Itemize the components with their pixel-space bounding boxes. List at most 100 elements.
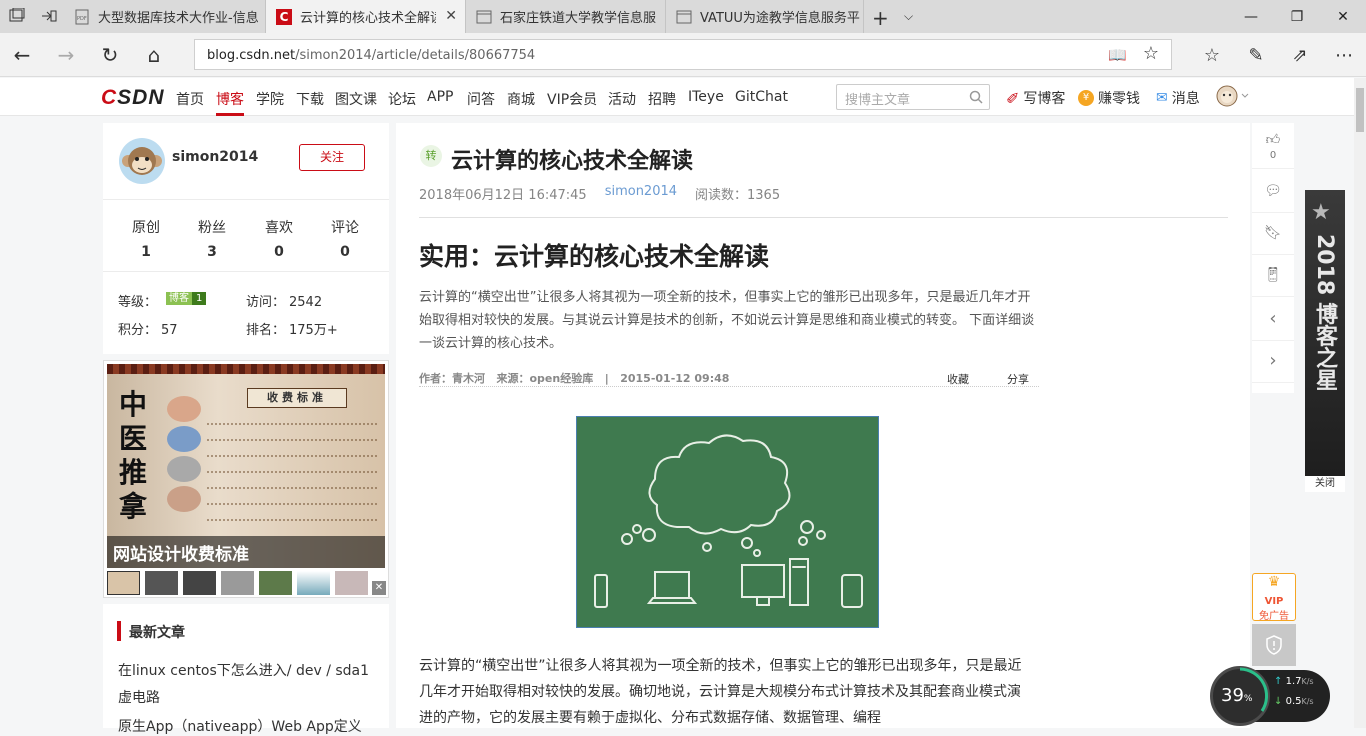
blog-star-ad[interactable]: ★ 2018 博客之星	[1305, 190, 1345, 476]
forward-icon[interactable]: →	[44, 33, 88, 77]
nav-item[interactable]: 论坛	[388, 89, 416, 109]
more-icon[interactable]: ⋯	[1322, 33, 1366, 77]
stat-original[interactable]: 原创 1	[116, 217, 176, 260]
follow-button[interactable]: 关注	[299, 144, 365, 171]
home-icon[interactable]: ⌂	[132, 33, 176, 77]
user-avatar-menu[interactable]	[1216, 84, 1250, 112]
ad-close-icon[interactable]: ✕	[372, 581, 386, 595]
next-article-button[interactable]: ›	[1252, 339, 1294, 383]
recent-title: 最新文章	[129, 625, 185, 641]
recent-item[interactable]: 原生App（nativeapp）Web App定义	[118, 716, 362, 736]
prev-article-button[interactable]: ‹	[1252, 297, 1294, 341]
write-blog-link[interactable]: ✐ 写博客	[1006, 88, 1065, 108]
tab-label: 大型数据库技术大作业-信息	[98, 11, 258, 26]
nav-item[interactable]: 招聘	[648, 89, 676, 109]
ad-price-lines	[207, 423, 377, 521]
ad-thumb[interactable]	[221, 571, 254, 595]
ad-thumb[interactable]	[145, 571, 178, 595]
ad-image[interactable]: 中医推拿 收费标准 网站设计收费标准	[107, 364, 385, 568]
scrollbar-thumb[interactable]	[1356, 88, 1364, 132]
share-icon[interactable]: ⇗	[1278, 33, 1322, 77]
download-value: 0.5	[1285, 696, 1302, 707]
stat-comments[interactable]: 评论 0	[315, 217, 375, 260]
stat-label: 评论	[331, 220, 359, 236]
tab-list-chevron-icon[interactable]: ⌵	[904, 9, 913, 24]
nav-item[interactable]: APP	[427, 89, 453, 105]
page-scrollbar[interactable]	[1354, 78, 1366, 728]
nav-item[interactable]: GitChat	[735, 89, 788, 105]
ad-thumb[interactable]	[259, 571, 292, 595]
like-button[interactable]: 👍︎ 0	[1252, 123, 1294, 169]
earn-money-link[interactable]: ¥ 赚零钱	[1078, 88, 1140, 108]
close-tab-icon[interactable]: ✕	[445, 8, 457, 24]
notes-pen-icon[interactable]: ✎	[1234, 33, 1278, 77]
share-link[interactable]: 分享	[1007, 371, 1029, 387]
search-placeholder: 搜博主文章	[845, 93, 911, 108]
stat-label: 粉丝	[198, 220, 226, 236]
ad-close-button[interactable]: 关闭	[1305, 476, 1345, 492]
network-speed-widget[interactable]: 39% ↑ 1.7K/s ↓ 0.5K/s	[1210, 666, 1330, 726]
usage-gauge: 39%	[1210, 666, 1270, 726]
stat-value: 3	[207, 244, 217, 260]
collect-link[interactable]: 收藏	[947, 371, 969, 387]
favorite-star-icon[interactable]: ☆	[1143, 43, 1159, 64]
bookmark-button[interactable]: 🔖︎	[1252, 211, 1294, 255]
close-window-icon[interactable]: ✕	[1320, 0, 1366, 33]
back-icon[interactable]: ←	[0, 33, 44, 77]
ad-thumb[interactable]	[335, 571, 368, 595]
refresh-icon[interactable]: ↻	[88, 33, 132, 77]
ad-border-pattern	[107, 364, 385, 374]
profile-name[interactable]: simon2014	[172, 149, 258, 165]
search-icon[interactable]	[969, 90, 983, 104]
comment-button[interactable]: 💬︎	[1252, 169, 1294, 213]
set-tabs-aside-icon[interactable]	[40, 8, 58, 24]
report-button[interactable]	[1252, 624, 1296, 666]
active-nav-underline	[216, 113, 244, 116]
nav-item[interactable]: 活动	[608, 89, 636, 109]
svg-text:PDF: PDF	[77, 16, 87, 22]
left-ad[interactable]: 中医推拿 收费标准 网站设计收费标准 ✕	[103, 360, 389, 598]
section-marker	[117, 621, 121, 641]
blog-search-input[interactable]: 搜博主文章	[836, 84, 990, 110]
messages-link[interactable]: ✉ 消息	[1156, 88, 1200, 108]
article-author[interactable]: simon2014	[605, 184, 677, 203]
tab-actions-icon[interactable]	[8, 7, 26, 24]
ad-thumb[interactable]	[297, 571, 330, 595]
nav-item[interactable]: 学院	[256, 89, 284, 109]
stat-fans[interactable]: 粉丝 3	[182, 217, 242, 260]
download-arrow-icon: ↓	[1274, 696, 1283, 707]
avatar[interactable]	[118, 137, 166, 189]
address-bar[interactable]: blog.csdn.net/simon2014/article/details/…	[194, 39, 1172, 70]
csdn-logo[interactable]: CSDN	[101, 86, 165, 110]
minimize-icon[interactable]: —	[1228, 0, 1274, 33]
nav-item[interactable]: 首页	[176, 89, 204, 109]
mobile-view-button[interactable]: 📱︎	[1252, 253, 1294, 297]
ad-thumb[interactable]	[107, 571, 140, 595]
visits-label: 访问：	[246, 295, 286, 310]
nav-item[interactable]: 图文课	[335, 89, 377, 109]
restore-icon[interactable]: ❐	[1274, 0, 1320, 33]
nav-item[interactable]: 问答	[467, 89, 495, 109]
recent-item[interactable]: 虚电路	[118, 687, 160, 707]
ad-thumb[interactable]	[183, 571, 216, 595]
new-tab-icon[interactable]: +	[872, 6, 889, 30]
tab-sjz[interactable]: 石家庄铁道大学教学信息服	[466, 0, 666, 33]
tab-label: 石家庄铁道大学教学信息服	[500, 11, 657, 26]
nav-item[interactable]: ITeye	[688, 89, 724, 105]
tab-pdf[interactable]: PDF 大型数据库技术大作业-信息	[64, 0, 266, 33]
reading-view-icon[interactable]: 📖	[1108, 46, 1127, 64]
favorites-hub-icon[interactable]: ☆	[1190, 33, 1234, 77]
usage-value: 39	[1221, 685, 1244, 706]
article-body: 云计算的“横空出世”让很多人将其视为一项全新的技术，但事实上它的雏形已出现多年，…	[419, 658, 1022, 726]
nav-item[interactable]: 下载	[296, 89, 324, 109]
stat-value: 0	[274, 244, 284, 260]
stat-likes[interactable]: 喜欢 0	[249, 217, 309, 260]
nav-item[interactable]: 博客	[216, 89, 244, 109]
nav-item[interactable]: 商城	[507, 89, 535, 109]
tab-vatuu[interactable]: VATUU为途教学信息服务平	[666, 0, 864, 33]
vip-no-ads-button[interactable]: ♛ VIP 免广告	[1252, 573, 1296, 622]
tab-active[interactable]: C 云计算的核心技术全解读 ✕	[266, 0, 466, 33]
nav-item[interactable]: VIP会员	[547, 89, 597, 109]
recent-item[interactable]: 在linux centos下怎么进入/ dev / sda1	[118, 660, 369, 680]
vip-sub: 免广告	[1259, 611, 1289, 622]
